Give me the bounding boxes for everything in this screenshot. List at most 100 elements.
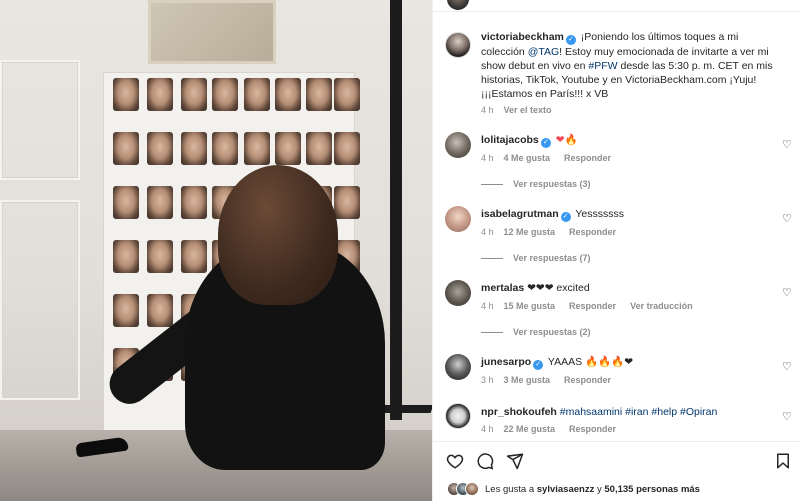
photo-portrait	[306, 132, 332, 165]
comment-likes[interactable]: 3 Me gusta	[504, 375, 551, 385]
comment-username[interactable]: lolitajacobs	[481, 134, 539, 146]
photo-portrait	[147, 294, 173, 327]
comment-likes[interactable]: 12 Me gusta	[504, 227, 556, 237]
comment-avatar[interactable]	[445, 403, 471, 429]
wall-frame	[148, 0, 276, 64]
comment-avatar[interactable]	[445, 280, 471, 306]
comment-meta: 4 h 22 Me gusta Responder	[481, 424, 630, 434]
woman-hair	[218, 165, 338, 305]
bookmark-icon[interactable]	[773, 451, 793, 471]
see-translation-button[interactable]: Ver traducción	[630, 301, 693, 311]
photo-portrait	[244, 78, 270, 111]
reply-button[interactable]: Responder	[569, 301, 616, 311]
caption-time[interactable]: 4 h	[481, 105, 494, 115]
verified-icon: ✓	[533, 360, 544, 370]
wall-panel	[0, 200, 80, 400]
comment-time: 4 h	[481, 153, 494, 163]
comment-text: isabelagrutman ✓ Yesssssss	[481, 207, 777, 222]
action-bar	[433, 441, 800, 477]
comment-time: 4 h	[481, 301, 494, 311]
comment-body: Yesssssss	[575, 208, 624, 220]
liker-avatars[interactable]	[447, 482, 479, 496]
view-replies-button[interactable]: Ver respuestas (2)	[481, 327, 591, 337]
photo-portrait	[181, 132, 207, 165]
light-stand	[390, 0, 402, 420]
comment-body: ❤❤❤ excited	[527, 282, 590, 294]
heart-icon[interactable]: ♡	[782, 212, 792, 225]
comment-avatar[interactable]	[445, 354, 471, 380]
view-replies-label: Ver respuestas (2)	[513, 327, 591, 337]
comments-list: victoriabeckham ✓ ¡Poniendo los últimos t…	[433, 20, 800, 440]
comment-time: 4 h	[481, 227, 494, 237]
comment-hashtags[interactable]: #mahsaamini #iran #help #Opiran	[560, 406, 718, 418]
likes-prefix: Les gusta a	[485, 483, 535, 495]
reply-button[interactable]: Responder	[564, 375, 611, 385]
heart-icon[interactable]: ♡	[782, 286, 792, 299]
post-caption: victoriabeckham ✓ ¡Poniendo los últimos t…	[481, 30, 777, 101]
liker-username[interactable]: sylviasaenzz	[537, 484, 595, 495]
comment-time: 4 h	[481, 424, 494, 434]
header-avatar[interactable]	[447, 0, 469, 10]
comment-likes[interactable]: 22 Me gusta	[504, 424, 556, 434]
comment-meta: 4 h 4 Me gusta Responder	[481, 153, 625, 163]
photo-portrait	[334, 78, 360, 111]
photo-portrait	[147, 240, 173, 273]
photo-portrait	[334, 186, 360, 219]
comment-body: ❤🔥	[555, 134, 578, 146]
view-replies-label: Ver respuestas (3)	[513, 179, 591, 189]
reply-button[interactable]: Responder	[569, 227, 616, 237]
photo-portrait	[181, 78, 207, 111]
comment-body: YAAAS 🔥🔥🔥❤	[547, 356, 634, 368]
photo-portrait	[244, 132, 270, 165]
comment-text: npr_shokoufeh #mahsaamini #iran #help #O…	[481, 405, 777, 419]
caption-hashtag-link[interactable]: #PFW	[588, 60, 617, 72]
photo-portrait	[147, 132, 173, 165]
photo-portrait	[212, 78, 238, 111]
share-icon[interactable]	[505, 451, 525, 471]
caption-tag-link[interactable]: @TAG	[528, 46, 559, 58]
photo-portrait	[147, 186, 173, 219]
comment-username[interactable]: junesarpo	[481, 356, 531, 368]
comment-avatar[interactable]	[445, 206, 471, 232]
photo-portrait	[181, 240, 207, 273]
comment-likes[interactable]: 15 Me gusta	[504, 301, 556, 311]
photo-portrait	[147, 78, 173, 111]
wall-panel	[0, 60, 80, 180]
heart-icon[interactable]: ♡	[782, 410, 792, 423]
verified-icon: ✓	[560, 212, 571, 222]
comment-username[interactable]: npr_shokoufeh	[481, 406, 557, 418]
view-replies-button[interactable]: Ver respuestas (3)	[481, 179, 591, 189]
author-avatar[interactable]	[445, 32, 471, 58]
reply-button[interactable]: Responder	[569, 424, 616, 434]
comment-username[interactable]: mertalas	[481, 282, 524, 294]
comment-time: 3 h	[481, 375, 494, 385]
likes-count[interactable]: 50,135 personas más	[604, 484, 700, 495]
author-username[interactable]: victoriabeckham	[481, 31, 564, 43]
photo-portrait	[212, 132, 238, 165]
comment-icon[interactable]	[475, 451, 495, 471]
comment-text: junesarpo ✓ YAAAS 🔥🔥🔥❤	[481, 355, 777, 370]
comment-likes[interactable]: 4 Me gusta	[504, 153, 551, 163]
photo-portrait	[334, 132, 360, 165]
verified-icon: ✓	[540, 138, 551, 148]
likes-summary: Les gusta a sylviasaenzz y 50,135 person…	[447, 480, 700, 498]
heart-icon[interactable]: ♡	[782, 138, 792, 151]
view-replies-button[interactable]: Ver respuestas (7)	[481, 253, 591, 263]
comment-username[interactable]: isabelagrutman	[481, 208, 559, 220]
heart-icon[interactable]: ♡	[782, 360, 792, 373]
comment-meta: 4 h 12 Me gusta Responder	[481, 227, 630, 237]
see-translation-button[interactable]: Ver el texto	[504, 105, 552, 115]
comment-avatar[interactable]	[445, 132, 471, 158]
comment-text: lolitajacobs ✓ ❤🔥	[481, 133, 777, 148]
reply-button[interactable]: Responder	[564, 153, 611, 163]
comment-text: mertalas ❤❤❤ excited	[481, 281, 777, 295]
heart-icon[interactable]	[445, 451, 465, 471]
caption-meta: 4 h Ver el texto	[481, 105, 566, 115]
post-photo	[0, 0, 432, 501]
instagram-post-view: victoriabeckham ✓ ¡Poniendo los últimos t…	[0, 0, 800, 501]
likes-connector: y	[596, 483, 602, 495]
photo-portrait	[275, 78, 301, 111]
photo-portrait	[113, 240, 139, 273]
post-header	[433, 0, 800, 12]
post-side-panel: victoriabeckham ✓ ¡Poniendo los últimos t…	[432, 0, 800, 501]
